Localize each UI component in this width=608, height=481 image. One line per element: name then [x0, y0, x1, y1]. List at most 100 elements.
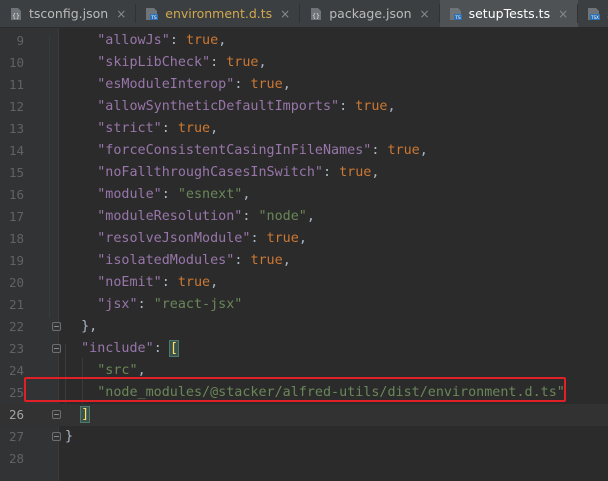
code-line[interactable]: 14 "forceConsistentCasingInFileNames": t… — [0, 140, 608, 162]
code-token: , — [282, 253, 291, 268]
code-token: , — [419, 143, 428, 158]
code-text: "isolatedModules": true, — [65, 250, 291, 272]
tab-say-hoc-tsx[interactable]: TSXsay-hoc.tsx× — [578, 0, 608, 27]
tab-environment-d-ts[interactable]: TS environment.d.ts × — [136, 0, 301, 27]
code-token: true — [266, 231, 299, 246]
line-number: 25 — [8, 385, 24, 400]
code-line[interactable]: 13 "strict": true, — [0, 118, 608, 140]
code-token: "noFallthroughCasesInSwitch" — [97, 165, 323, 180]
line-number: 26 — [8, 407, 24, 422]
code-token: "jsx" — [97, 297, 138, 312]
code-token: true — [177, 275, 211, 290]
line-number: 10 — [8, 55, 24, 70]
code-token: , — [298, 231, 307, 246]
tab-tsconfig-json[interactable]: {} tsconfig.json × — [0, 0, 137, 27]
json-file-icon: {} — [309, 7, 323, 21]
line-number: 20 — [8, 275, 24, 290]
code-text: "allowJs": true, — [65, 30, 226, 52]
close-tab-icon[interactable]: × — [558, 7, 568, 21]
code-text: "noFallthroughCasesInSwitch": true, — [65, 162, 379, 184]
code-token: true — [387, 143, 420, 158]
code-token: "include" — [81, 341, 154, 356]
code-token: "noEmit" — [97, 275, 162, 290]
code-text: "esModuleInterop": true, — [65, 74, 291, 96]
code-token: , — [371, 165, 380, 180]
tab-setupTests-ts[interactable]: TS setupTests.ts × — [439, 0, 579, 27]
code-line[interactable]: 22 }, — [0, 316, 608, 338]
code-line[interactable]: 15 "noFallthroughCasesInSwitch": true, — [0, 162, 608, 184]
code-token: "node" — [258, 209, 307, 224]
code-token: } — [65, 429, 74, 444]
code-text: "module": "esnext", — [65, 184, 250, 206]
fold-marker-icon[interactable] — [52, 344, 61, 353]
code-line[interactable]: 23 "include": [ — [0, 338, 608, 360]
code-text: "forceConsistentCasingInFileNames": true… — [65, 140, 428, 162]
line-number: 17 — [8, 209, 24, 224]
code-token: : — [169, 33, 186, 48]
fold-marker-icon[interactable] — [52, 410, 61, 419]
code-token: , — [137, 363, 146, 378]
close-tab-icon[interactable]: × — [116, 7, 126, 21]
code-token: , — [242, 187, 251, 202]
line-number: 15 — [8, 165, 24, 180]
fold-marker-icon[interactable] — [52, 432, 61, 441]
tab-label: setupTests.ts — [468, 6, 551, 21]
tab-package-json[interactable]: {} package.json × — [300, 0, 440, 27]
code-editor[interactable]: 9 "allowJs": true, 10 "skipLibCheck": tru… — [0, 28, 608, 481]
code-line[interactable]: 9 "allowJs": true, — [0, 30, 608, 52]
line-number: 28 — [8, 451, 24, 466]
line-number: 12 — [8, 99, 24, 114]
code-token: "module" — [97, 187, 162, 202]
code-text: "resolveJsonModule": true, — [65, 228, 307, 250]
code-token: "esModuleInterop" — [97, 77, 235, 92]
code-line[interactable]: 28 — [0, 448, 608, 470]
code-token: true — [250, 77, 283, 92]
code-token: "resolveJsonModule" — [97, 231, 251, 246]
code-line[interactable]: 26 ] — [0, 404, 608, 426]
code-token: "isolatedModules" — [97, 253, 235, 268]
code-token: : — [371, 143, 388, 158]
code-token: : — [339, 99, 356, 114]
code-line[interactable]: 18 "resolveJsonModule": true, — [0, 228, 608, 250]
code-token: : — [210, 55, 227, 70]
code-token: true — [177, 121, 211, 136]
code-token: : — [161, 275, 178, 290]
matched-bracket: ] — [80, 406, 91, 423]
code-token: : — [161, 187, 178, 202]
code-token: : — [234, 253, 251, 268]
fold-marker-icon[interactable] — [52, 322, 61, 331]
line-number: 14 — [8, 143, 24, 158]
code-line[interactable]: 11 "esModuleInterop": true, — [0, 74, 608, 96]
code-line[interactable]: 10 "skipLibCheck": true, — [0, 52, 608, 74]
code-line[interactable]: 17 "moduleResolution": "node", — [0, 206, 608, 228]
code-text: "strict": true, — [65, 118, 218, 140]
line-number: 16 — [8, 187, 24, 202]
typescript-file-icon: TS — [145, 7, 159, 21]
svg-text:{}: {} — [12, 13, 20, 20]
code-line[interactable]: 19 "isolatedModules": true, — [0, 250, 608, 272]
code-line[interactable]: 12 "allowSyntheticDefaultImports": true, — [0, 96, 608, 118]
close-tab-icon[interactable]: × — [420, 7, 430, 21]
svg-text:{}: {} — [312, 13, 320, 20]
close-tab-icon[interactable]: × — [280, 7, 290, 21]
code-token: : — [322, 165, 340, 180]
code-token: : — [234, 77, 251, 92]
line-number: 19 — [8, 253, 24, 268]
editor-tab-bar: {} tsconfig.json × TS environment.d.ts × {} pac… — [0, 0, 608, 28]
tab-label: tsconfig.json — [29, 6, 109, 21]
line-number: 27 — [8, 429, 24, 444]
tab-label: package.json — [329, 6, 412, 21]
code-token: true — [339, 165, 372, 180]
code-token: , — [387, 99, 396, 114]
code-token: "forceConsistentCasingInFileNames" — [97, 143, 372, 158]
line-number: 18 — [8, 231, 24, 246]
line-number: 9 — [16, 33, 24, 48]
svg-text:TS: TS — [454, 15, 461, 21]
line-number: 13 — [8, 121, 24, 136]
code-line[interactable]: 20 "noEmit": true, — [0, 272, 608, 294]
matched-bracket: [ — [168, 340, 179, 357]
code-line[interactable]: 16 "module": "esnext", — [0, 184, 608, 206]
code-line[interactable]: 21 "jsx": "react-jsx" — [0, 294, 608, 316]
code-line[interactable]: 27} — [0, 426, 608, 448]
line-number: 24 — [8, 363, 24, 378]
